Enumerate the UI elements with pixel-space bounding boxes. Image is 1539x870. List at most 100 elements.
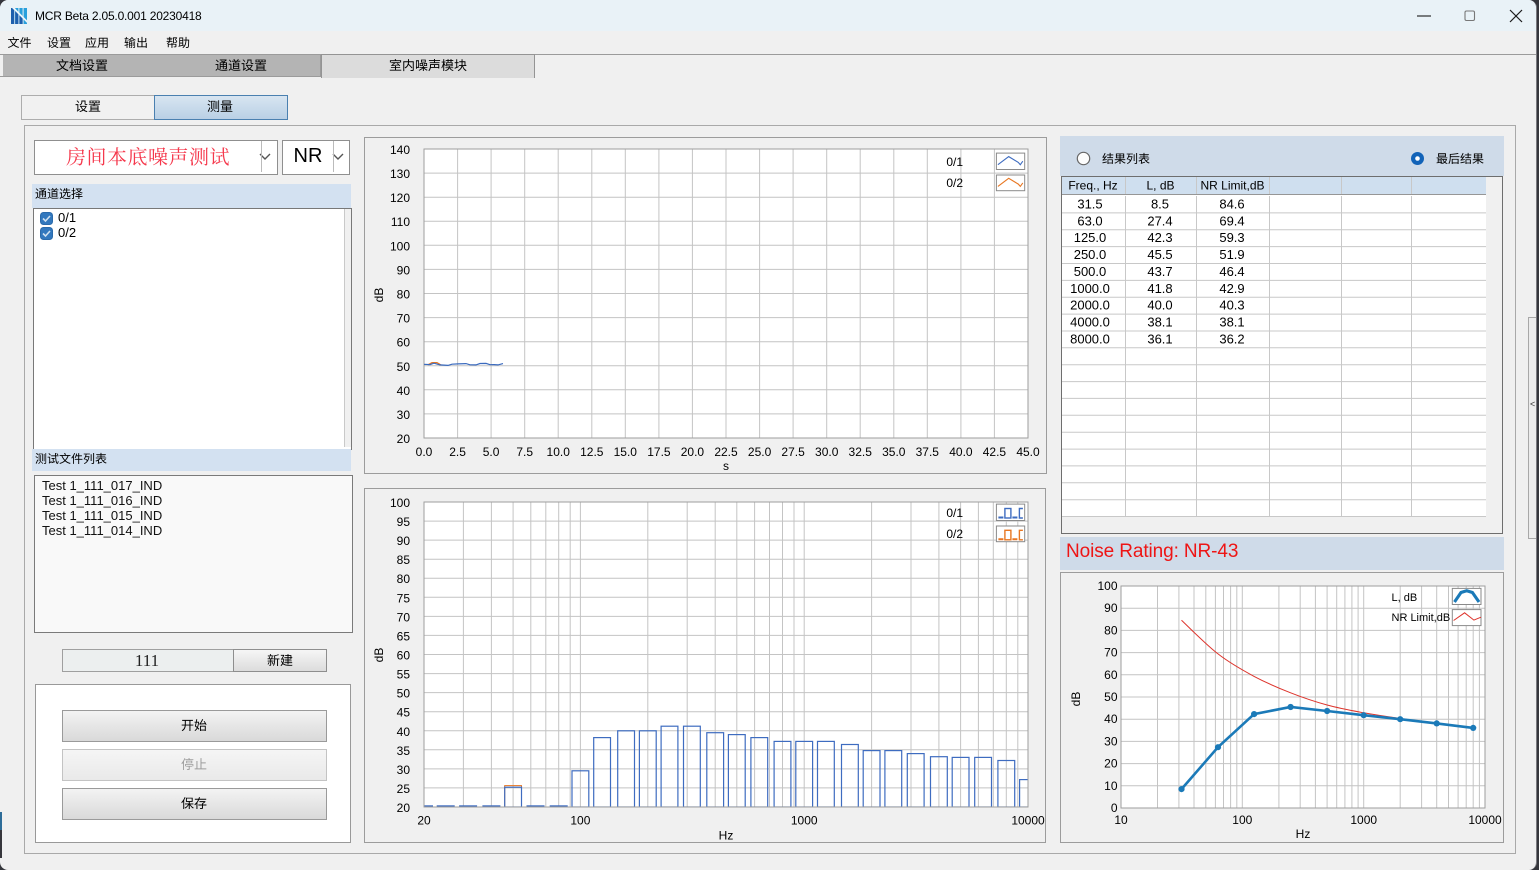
svg-text:120: 120: [390, 191, 410, 205]
svg-text:40: 40: [397, 725, 411, 739]
svg-text:80: 80: [397, 288, 411, 302]
svg-text:30: 30: [1104, 734, 1118, 748]
svg-text:40.3: 40.3: [1219, 298, 1244, 313]
svg-text:25: 25: [397, 782, 411, 796]
svg-text:27.5: 27.5: [781, 445, 805, 459]
svg-text:69.4: 69.4: [1219, 213, 1244, 228]
svg-text:40.0: 40.0: [949, 445, 973, 459]
svg-text:2.5: 2.5: [449, 445, 466, 459]
svg-text:70: 70: [397, 610, 411, 624]
svg-text:15.0: 15.0: [614, 445, 638, 459]
svg-text:55: 55: [397, 668, 411, 682]
svg-text:100: 100: [570, 814, 590, 828]
svg-text:dB: dB: [372, 288, 386, 303]
svg-text:80: 80: [397, 572, 411, 586]
svg-text:0.0: 0.0: [416, 445, 433, 459]
svg-text:50: 50: [397, 687, 411, 701]
svg-text:38.1: 38.1: [1219, 315, 1244, 330]
svg-text:20: 20: [417, 814, 431, 828]
svg-text:100: 100: [390, 239, 410, 253]
svg-text:63.0: 63.0: [1077, 213, 1102, 228]
svg-text:10000: 10000: [1011, 814, 1045, 828]
svg-text:4000.0: 4000.0: [1070, 315, 1110, 330]
svg-text:NR Limit,dB: NR Limit,dB: [1392, 612, 1451, 624]
svg-text:8.5: 8.5: [1151, 197, 1169, 212]
svg-text:130: 130: [390, 167, 410, 181]
svg-text:84.6: 84.6: [1219, 197, 1244, 212]
svg-text:60: 60: [1104, 668, 1118, 682]
svg-text:43.7: 43.7: [1147, 264, 1172, 279]
svg-text:2000.0: 2000.0: [1070, 298, 1110, 313]
svg-text:0/1: 0/1: [946, 506, 963, 520]
svg-text:110: 110: [391, 215, 410, 229]
svg-text:50: 50: [1104, 690, 1118, 704]
svg-text:70: 70: [397, 312, 411, 326]
svg-text:30.0: 30.0: [815, 445, 839, 459]
svg-text:50: 50: [397, 360, 411, 374]
svg-text:25.0: 25.0: [748, 445, 772, 459]
svg-text:42.9: 42.9: [1219, 281, 1244, 296]
svg-text:7.5: 7.5: [516, 445, 533, 459]
svg-text:s: s: [723, 459, 729, 473]
svg-text:10.0: 10.0: [547, 445, 571, 459]
svg-text:40.0: 40.0: [1147, 298, 1172, 313]
svg-text:40: 40: [1104, 712, 1118, 726]
svg-text:45.0: 45.0: [1016, 445, 1040, 459]
svg-text:45.5: 45.5: [1147, 247, 1172, 262]
svg-text:36.1: 36.1: [1147, 332, 1172, 347]
svg-text:NR Limit,dB: NR Limit,dB: [1200, 179, 1264, 193]
svg-text:36.2: 36.2: [1219, 332, 1244, 347]
svg-text:dB: dB: [372, 648, 386, 663]
svg-text:35: 35: [397, 744, 411, 758]
svg-text:75: 75: [397, 591, 411, 605]
svg-text:250.0: 250.0: [1074, 247, 1107, 262]
svg-text:46.4: 46.4: [1219, 264, 1244, 279]
svg-text:90: 90: [1104, 601, 1118, 615]
svg-text:45: 45: [397, 706, 411, 720]
svg-text:0/2: 0/2: [946, 176, 963, 190]
svg-text:100: 100: [390, 496, 410, 510]
svg-text:70: 70: [1104, 646, 1118, 660]
svg-text:60: 60: [397, 649, 411, 663]
svg-text:10000: 10000: [1468, 813, 1502, 827]
svg-text:37.5: 37.5: [916, 445, 940, 459]
svg-text:42.5: 42.5: [983, 445, 1007, 459]
svg-text:5.0: 5.0: [483, 445, 500, 459]
svg-text:35.0: 35.0: [882, 445, 906, 459]
svg-text:20.0: 20.0: [681, 445, 705, 459]
svg-text:59.3: 59.3: [1219, 230, 1244, 245]
svg-text:125.0: 125.0: [1074, 230, 1107, 245]
svg-text:10: 10: [1104, 779, 1118, 793]
svg-text:Hz: Hz: [1296, 827, 1311, 841]
svg-text:1000: 1000: [791, 814, 818, 828]
svg-text:41.8: 41.8: [1147, 281, 1172, 296]
svg-text:dB: dB: [1069, 692, 1083, 707]
svg-text:85: 85: [397, 553, 411, 567]
svg-text:31.5: 31.5: [1077, 197, 1102, 212]
svg-text:27.4: 27.4: [1147, 213, 1172, 228]
svg-text:100: 100: [1232, 813, 1252, 827]
svg-text:30: 30: [397, 408, 411, 422]
svg-text:L, dB: L, dB: [1392, 592, 1418, 604]
svg-text:0/2: 0/2: [946, 527, 963, 541]
svg-text:80: 80: [1104, 623, 1118, 637]
svg-text:L, dB: L, dB: [1146, 179, 1174, 193]
svg-text:51.9: 51.9: [1219, 247, 1244, 262]
svg-text:20: 20: [397, 801, 411, 815]
svg-text:1000.0: 1000.0: [1070, 281, 1110, 296]
svg-text:38.1: 38.1: [1147, 315, 1172, 330]
svg-text:17.5: 17.5: [647, 445, 671, 459]
svg-text:Hz: Hz: [719, 829, 734, 843]
svg-text:20: 20: [1104, 757, 1118, 771]
svg-text:100: 100: [1097, 579, 1117, 593]
svg-text:1000: 1000: [1350, 813, 1377, 827]
svg-text:20: 20: [397, 432, 411, 446]
svg-text:30: 30: [397, 763, 411, 777]
svg-text:22.5: 22.5: [714, 445, 738, 459]
svg-text:10: 10: [1114, 813, 1128, 827]
svg-text:42.3: 42.3: [1147, 230, 1172, 245]
svg-text:90: 90: [397, 534, 411, 548]
svg-text:500.0: 500.0: [1074, 264, 1107, 279]
svg-text:60: 60: [397, 336, 411, 350]
svg-text:32.5: 32.5: [849, 445, 873, 459]
